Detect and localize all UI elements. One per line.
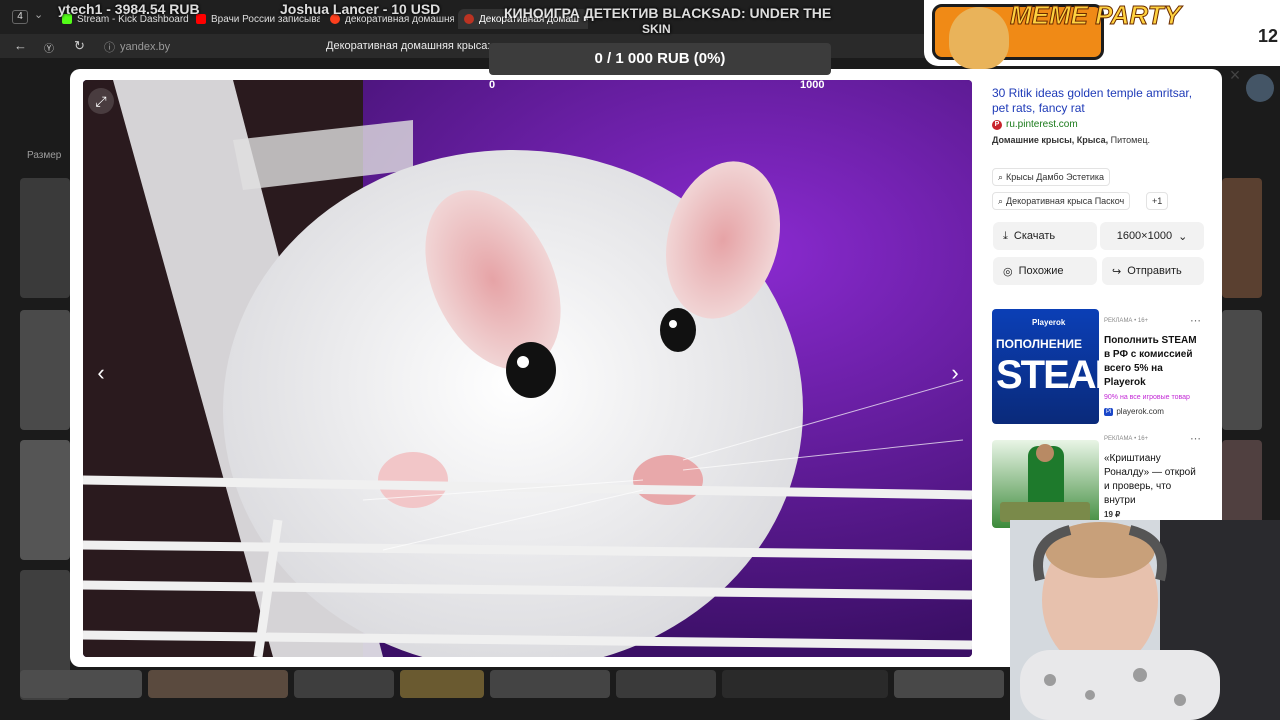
back-arrow-icon[interactable]: ← [14, 38, 27, 53]
url-text: yandex.by [120, 41, 171, 53]
result-thumb[interactable] [20, 440, 70, 560]
ad-label: РЕКЛАМА • 16+ [1104, 436, 1149, 442]
goal-max-label: 1000 [800, 79, 825, 91]
more-chips-button[interactable]: +1 [1146, 192, 1169, 210]
resolution-select[interactable]: 1600×1000 ⌄ [1100, 222, 1204, 250]
goal-min-label: 0 [489, 79, 496, 91]
result-thumb[interactable] [722, 670, 888, 698]
meme-party-counter: 12 [1257, 26, 1278, 46]
share-label: Отправить [1127, 265, 1182, 277]
user-avatar[interactable] [1246, 74, 1274, 102]
image-tags: Домашние крысы, Крыса, Питомец. [992, 135, 1150, 145]
tags-rest: Питомец. [1108, 135, 1150, 145]
chevron-down-icon: ⌄ [1178, 230, 1188, 243]
ad-subtitle: 90% на все игровые товар [1104, 394, 1190, 401]
close-icon[interactable]: × [1226, 66, 1244, 84]
chip-label: Крысы Дамбо Эстетика [1006, 172, 1105, 182]
ad-image-text: STEAM [996, 353, 1099, 397]
download-icon: ⤓ [1003, 229, 1008, 242]
yandex-button-icon[interactable]: Ⓨ [44, 40, 54, 55]
chip-label: Декоративная крыса Паскоч [1006, 196, 1125, 206]
ad-image-ronaldo[interactable] [992, 440, 1099, 528]
tags-bold: Домашние крысы, Крыса, [992, 135, 1109, 145]
ad-brand-text: Playerok [1032, 318, 1066, 327]
search-icon: ⌕ [998, 172, 1004, 182]
chip-label: +1 [1152, 196, 1163, 206]
streamer-webcam [1010, 520, 1280, 720]
cards-pack [1000, 502, 1090, 522]
result-thumb[interactable] [1222, 310, 1262, 430]
result-thumb[interactable] [20, 178, 70, 298]
page-title: Декоративная домашняя крыса: см [326, 40, 507, 52]
ad-site-link[interactable]: Pl playerok.com [1104, 407, 1164, 416]
resolution-label: 1600×1000 [1116, 230, 1173, 242]
ad-label: РЕКЛАМА • 16+ [1104, 318, 1149, 324]
source-site-label: ru.pinterest.com [1006, 119, 1078, 130]
more-options-icon[interactable]: ⋯ [1190, 314, 1201, 327]
ad-title[interactable]: Пополнить STEAM в РФ с комиссией всего 5… [1104, 334, 1204, 390]
result-thumb[interactable] [20, 310, 70, 430]
stream-title-line: КИНОИГРА ДЕТЕКТИВ BLACKSAD: UNDER THE [504, 5, 832, 21]
rat-photo [83, 80, 972, 657]
related-search-chip[interactable]: ⌕ Крысы Дамбо Эстетика [992, 168, 1111, 186]
result-thumb[interactable] [894, 670, 1004, 698]
source-site-link[interactable]: P ru.pinterest.com [992, 119, 1078, 130]
share-button[interactable]: ↪ Отправить [1102, 257, 1204, 285]
main-image[interactable] [83, 80, 972, 657]
related-search-chip[interactable]: ⌕ Декоративная крыса Паскоч [992, 192, 1131, 210]
donation-goal-bar: 0 / 1 000 RUB (0%) [489, 43, 831, 75]
tab-count-badge[interactable]: 4 [12, 10, 28, 24]
result-thumb[interactable] [616, 670, 716, 698]
ad-image-text: ПОПОЛНЕНИЕ [996, 337, 1083, 351]
site-info-icon[interactable]: ⓘ [104, 39, 115, 55]
stream-title-line: SKIN [642, 22, 671, 36]
player-head [1036, 444, 1054, 462]
ad-title[interactable]: «Криштиану Роналду» — открой и проверь, … [1104, 452, 1204, 508]
meme-party-widget: MEME PARTY 12 [924, 0, 1280, 69]
result-thumb[interactable] [490, 670, 610, 698]
download-label: Скачать [1013, 230, 1056, 242]
prev-image-arrow-icon[interactable]: ‹ [86, 358, 116, 388]
image-source-title[interactable]: 30 Ritik ideas golden temple amritsar, p… [992, 86, 1202, 116]
ad-price: 19 ₽ [1104, 510, 1121, 519]
camera-search-icon: ◎ [1003, 265, 1013, 278]
ad-site-label: playerok.com [1116, 407, 1164, 416]
chevron-down-icon[interactable]: ⌄ [34, 8, 43, 21]
page-favicon-icon [464, 14, 474, 24]
result-thumb[interactable] [1222, 178, 1262, 298]
result-thumb[interactable] [148, 670, 288, 698]
donation-ticker: ytech1 - 3984.54 RUB [58, 1, 200, 17]
webcam-overlay [1010, 520, 1280, 720]
similar-label: Похожие [1018, 265, 1064, 277]
result-thumb[interactable] [400, 670, 484, 698]
similar-button[interactable]: ◎ Похожие [993, 257, 1097, 285]
more-options-icon[interactable]: ⋯ [1190, 432, 1201, 445]
share-icon: ↪ [1112, 265, 1122, 278]
next-image-arrow-icon[interactable]: › [940, 358, 970, 388]
result-thumb[interactable] [294, 670, 394, 698]
donation-ticker: Joshua Lancer - 10 USD [280, 1, 441, 17]
address-bar[interactable]: ⓘ yandex.by [104, 39, 170, 55]
download-button[interactable]: ⤓ Скачать [993, 222, 1097, 250]
pinterest-icon: P [992, 119, 1002, 130]
size-filter[interactable]: Размер [27, 150, 61, 161]
playerok-icon: Pl [1104, 407, 1114, 416]
doge-icon [949, 7, 1009, 69]
result-thumb[interactable] [20, 670, 142, 698]
ad-image-playerok[interactable]: Playerok ПОПОЛНЕНИЕ STEAM [992, 309, 1099, 424]
search-icon: ⌕ [998, 196, 1004, 206]
reload-icon[interactable]: ↻ [74, 38, 85, 54]
fullscreen-expand-icon[interactable]: ⤢ [88, 88, 114, 114]
meme-party-title: MEME PARTY [1010, 0, 1182, 31]
